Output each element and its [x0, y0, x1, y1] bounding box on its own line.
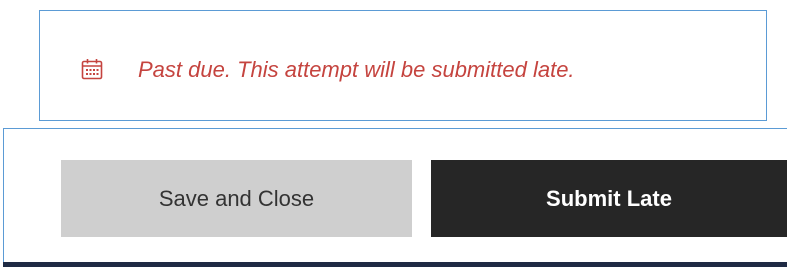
- submission-footer: Past due. This attempt will be submitted…: [0, 0, 787, 267]
- past-due-notice: Past due. This attempt will be submitted…: [39, 10, 767, 121]
- past-due-message: Past due. This attempt will be submitted…: [138, 57, 575, 82]
- save-and-close-button[interactable]: Save and Close: [61, 160, 412, 237]
- calendar-icon: [81, 58, 103, 80]
- bottom-divider: [3, 262, 787, 267]
- submit-late-button[interactable]: Submit Late: [431, 160, 787, 237]
- action-bar: Save and Close Submit Late: [3, 128, 787, 263]
